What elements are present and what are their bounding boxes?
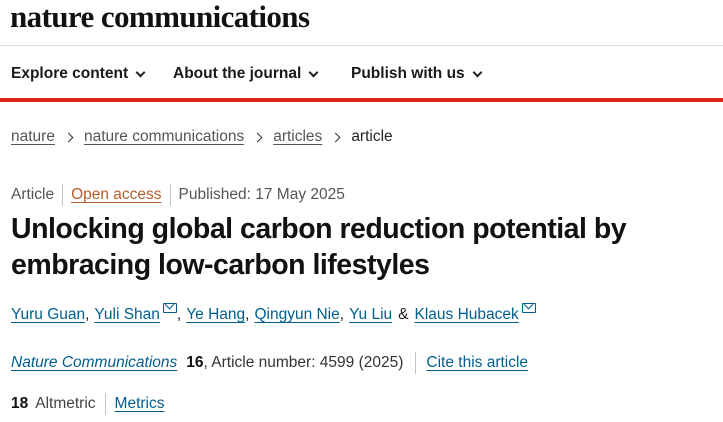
breadcrumb-current: article [351,128,393,145]
divider [169,184,171,206]
author-link[interactable]: Yu Liu [349,306,392,324]
breadcrumb-nature[interactable]: nature [11,128,55,146]
article-meta: Article Open access Published: 17 May 20… [11,184,345,206]
cite-this-article-link[interactable]: Cite this article [426,354,528,372]
citation-line: Nature Communications 16, Article number… [11,352,528,374]
site-logo[interactable]: nature communications [10,0,310,35]
breadcrumb-nature-communications[interactable]: nature communications [84,128,244,146]
author-link[interactable]: Ye Hang [186,306,245,324]
published-date: Published: 17 May 2025 [178,186,345,203]
nav-publish-with-us[interactable]: Publish with us [351,65,483,83]
author-list: Yuru Guan, Yuli Shan, Ye Hang, Qingyun N… [11,303,536,324]
open-access-link[interactable]: Open access [71,186,161,204]
article-title: Unlocking global carbon reduction potent… [11,213,627,281]
author-link[interactable]: Qingyun Nie [254,306,339,324]
masthead: nature communications [0,0,723,46]
nav-label: About the journal [173,65,302,82]
author-link[interactable]: Yuru Guan [11,306,85,324]
chevron-right-icon [63,132,74,142]
mail-icon[interactable] [162,303,177,313]
nav-about-journal[interactable]: About the journal [173,65,319,83]
journal-link[interactable]: Nature Communications [11,354,177,372]
divider [415,352,417,374]
chevron-down-icon [135,67,146,77]
article-number: , Article number: 4599 (2025) [203,354,404,371]
chevron-down-icon [472,67,483,77]
mail-icon[interactable] [521,303,536,313]
chevron-down-icon [308,67,319,77]
breadcrumb: nature nature communications articles ar… [11,128,393,146]
chevron-right-icon [330,132,341,142]
metrics-bar: 18 Altmetric Metrics [11,393,165,415]
chevron-right-icon [252,132,263,142]
divider [62,184,64,206]
breadcrumb-articles[interactable]: articles [273,128,322,146]
nav-label: Explore content [11,65,129,82]
nav-explore-content[interactable]: Explore content [11,65,146,83]
author-link[interactable]: Klaus Hubacek [415,306,519,324]
altmetric-label: Altmetric [35,395,96,412]
nav-label: Publish with us [351,65,465,82]
divider [104,393,106,415]
author-link[interactable]: Yuli Shan [94,306,160,324]
altmetric-count: 18 [11,395,29,412]
article-type: Article [11,186,55,203]
metrics-link[interactable]: Metrics [115,395,165,413]
volume-number: 16 [186,354,204,371]
main-nav: Explore content About the journal Publis… [0,47,723,102]
author-ampersand: & [398,306,409,323]
